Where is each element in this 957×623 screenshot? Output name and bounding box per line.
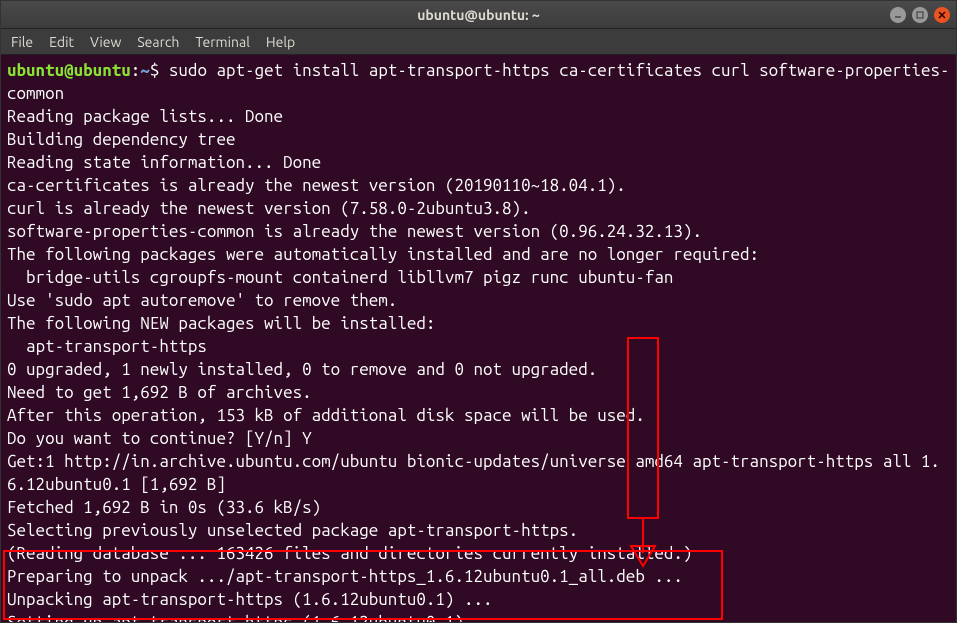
terminal-output[interactable]: ubuntu@ubuntu:~$ sudo apt-get install ap…: [1, 55, 956, 622]
output-line: Reading state information... Done: [7, 153, 321, 172]
prompt-colon: :: [131, 61, 141, 80]
output-line: ca-certificates is already the newest ve…: [7, 176, 626, 195]
output-line: Get:1 http://in.archive.ubuntu.com/ubunt…: [7, 452, 940, 494]
output-line: (Reading database ... 163426 files and d…: [7, 544, 692, 563]
output-line: Selecting previously unselected package …: [7, 521, 578, 540]
prompt-path: ~: [140, 61, 150, 80]
prompt-user-host: ubuntu@ubuntu: [7, 61, 131, 80]
maximize-button[interactable]: [912, 7, 928, 23]
menu-file[interactable]: File: [11, 34, 33, 50]
output-line: apt-transport-https: [7, 337, 207, 356]
output-line: Preparing to unpack .../apt-transport-ht…: [7, 567, 683, 586]
output-line: The following packages were automaticall…: [7, 245, 759, 264]
output-line: Need to get 1,692 B of archives.: [7, 383, 312, 402]
close-button[interactable]: [934, 7, 950, 23]
terminal-window: ubuntu@ubuntu: ~ File Edit View Search T…: [0, 0, 957, 623]
menu-terminal[interactable]: Terminal: [195, 34, 250, 50]
output-line: Reading package lists... Done: [7, 107, 283, 126]
output-line: Fetched 1,692 B in 0s (33.6 kB/s): [7, 498, 321, 517]
output-line: bridge-utils cgroupfs-mount containerd l…: [7, 268, 673, 287]
title-bar: ubuntu@ubuntu: ~: [1, 1, 956, 29]
minimize-button[interactable]: [890, 7, 906, 23]
output-line: curl is already the newest version (7.58…: [7, 199, 531, 218]
output-line: After this operation, 153 kB of addition…: [7, 406, 645, 425]
menu-help[interactable]: Help: [266, 34, 295, 50]
window-title: ubuntu@ubuntu: ~: [417, 7, 540, 23]
menu-bar: File Edit View Search Terminal Help: [1, 29, 956, 55]
menu-search[interactable]: Search: [137, 34, 179, 50]
output-line: 0 upgraded, 1 newly installed, 0 to remo…: [7, 360, 597, 379]
window-controls: [890, 7, 950, 23]
prompt-dollar: $: [150, 61, 160, 80]
output-line: Do you want to continue? [Y/n] Y: [7, 429, 312, 448]
output-line: Use 'sudo apt autoremove' to remove them…: [7, 291, 397, 310]
menu-view[interactable]: View: [90, 34, 121, 50]
output-line: software-properties-common is already th…: [7, 222, 702, 241]
output-line: Setting up apt-transport-https (1.6.12ub…: [7, 613, 502, 622]
menu-edit[interactable]: Edit: [49, 34, 74, 50]
output-line: The following NEW packages will be insta…: [7, 314, 435, 333]
output-line: Unpacking apt-transport-https (1.6.12ubu…: [7, 590, 493, 609]
output-line: Building dependency tree: [7, 130, 235, 149]
